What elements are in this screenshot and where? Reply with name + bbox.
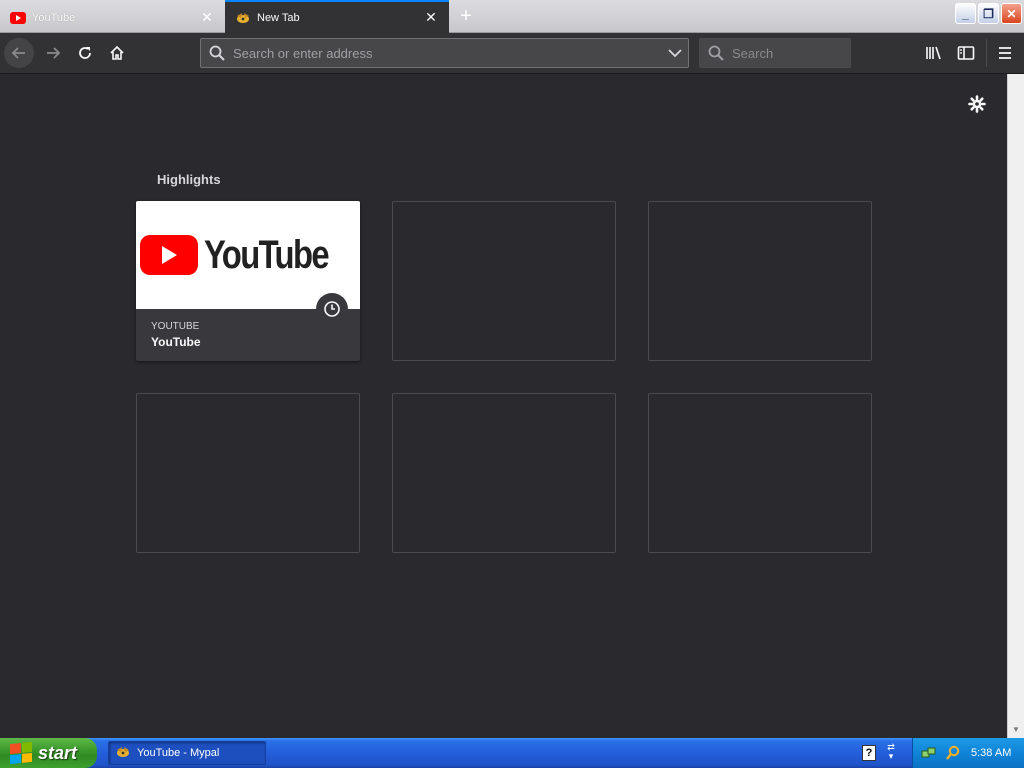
- tray-clock: 5:38 AM: [971, 747, 1012, 759]
- forward-button[interactable]: [38, 38, 68, 68]
- system-tray: 5:38 AM: [912, 738, 1024, 768]
- reload-icon: [79, 47, 91, 59]
- card-title: YouTube: [151, 335, 201, 349]
- card-host: YOUTUBE: [151, 321, 200, 332]
- search-icon[interactable]: [945, 745, 961, 761]
- tab-new-tab[interactable]: New Tab ✕: [225, 0, 449, 33]
- youtube-wordmark: YouTube: [204, 232, 330, 277]
- url-input[interactable]: [233, 45, 662, 61]
- search-icon: [209, 45, 227, 61]
- youtube-favicon-icon: [10, 10, 26, 26]
- empty-highlight-slot: [392, 393, 616, 553]
- tab-title: New Tab: [257, 11, 300, 24]
- sidebar-icon: [957, 46, 975, 60]
- search-bar[interactable]: [699, 38, 851, 68]
- youtube-play-icon: [140, 235, 199, 275]
- tab-strip: YouTube ✕ New Tab ✕ + _ ❐ ✕: [0, 0, 1024, 33]
- sidebar-button[interactable]: [954, 41, 978, 65]
- library-button[interactable]: [922, 41, 946, 65]
- library-icon: [926, 46, 941, 60]
- taskbar-item-label: YouTube - Mypal: [137, 747, 220, 759]
- new-tab-page: Highlights YouTube YOUTUBE YouTube: [0, 74, 1007, 738]
- back-arrow-icon: [11, 47, 25, 59]
- reload-button[interactable]: [70, 38, 100, 68]
- toolbar-separator: [986, 39, 987, 67]
- start-button[interactable]: start: [0, 738, 97, 768]
- window-controls: _ ❐ ✕: [955, 3, 1022, 24]
- language-bar-arrow-icon[interactable]: ⇄ ▾: [884, 743, 898, 763]
- start-label: start: [38, 742, 78, 763]
- empty-highlight-slot: [392, 201, 616, 361]
- taskbar-item-mypal[interactable]: YouTube - Mypal: [108, 741, 266, 765]
- mypal-favicon-icon: [235, 10, 251, 26]
- home-icon: [110, 45, 124, 60]
- empty-highlight-slot: [648, 393, 872, 553]
- close-tab-icon[interactable]: ✕: [423, 9, 439, 26]
- back-button[interactable]: [4, 38, 34, 68]
- chevron-down-icon[interactable]: [662, 48, 688, 58]
- gear-icon[interactable]: [967, 94, 987, 114]
- empty-highlight-slot: [648, 201, 872, 361]
- hamburger-menu-icon: [999, 47, 1011, 59]
- minimize-button[interactable]: _: [955, 3, 976, 24]
- navigation-toolbar: [0, 33, 1024, 74]
- search-input[interactable]: [732, 45, 850, 61]
- close-window-button[interactable]: ✕: [1001, 3, 1022, 24]
- youtube-logo: YouTube: [140, 233, 355, 278]
- highlight-card[interactable]: YouTube YOUTUBE YouTube: [136, 201, 360, 361]
- network-icon[interactable]: [921, 745, 937, 761]
- empty-highlight-slot: [136, 393, 360, 553]
- menu-button[interactable]: [993, 41, 1017, 65]
- windows-logo-icon: [10, 741, 32, 765]
- forward-arrow-icon: [47, 47, 61, 59]
- home-button[interactable]: [102, 38, 132, 68]
- address-bar[interactable]: [200, 38, 689, 68]
- restore-button[interactable]: ❐: [978, 3, 999, 24]
- vertical-scrollbar[interactable]: ▼: [1007, 74, 1024, 738]
- search-icon: [708, 45, 726, 61]
- close-tab-icon[interactable]: ✕: [199, 9, 215, 26]
- tab-title: YouTube: [32, 11, 76, 24]
- mypal-icon: [115, 745, 131, 761]
- taskbar: start YouTube - Mypal ? ⇄ ▾ 5:38 AM: [0, 738, 1024, 768]
- scroll-down-arrow-icon[interactable]: ▼: [1012, 725, 1020, 734]
- clock-icon: [316, 293, 348, 325]
- highlights-heading: Highlights: [157, 172, 221, 187]
- new-tab-button[interactable]: +: [455, 6, 477, 28]
- tab-youtube[interactable]: YouTube ✕: [0, 2, 225, 33]
- help-icon[interactable]: ?: [862, 745, 876, 761]
